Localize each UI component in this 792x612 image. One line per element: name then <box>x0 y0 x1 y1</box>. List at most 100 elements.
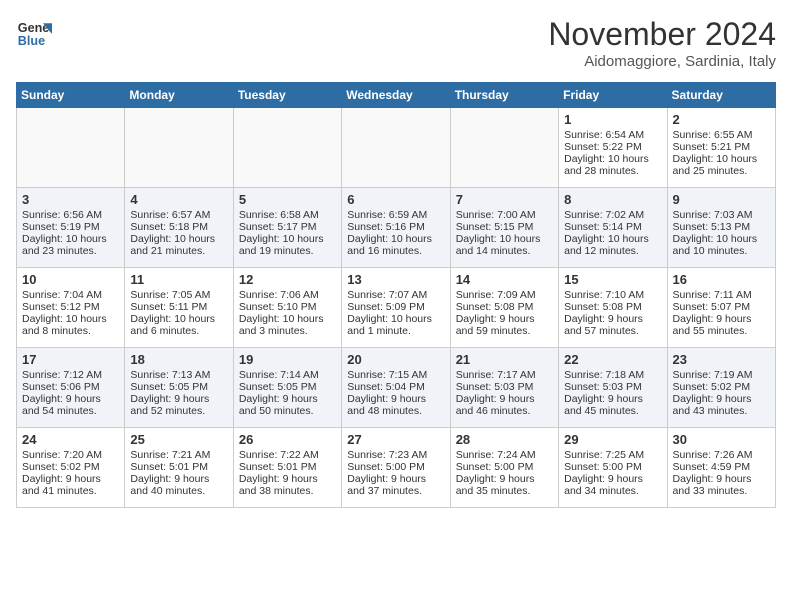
day-info: Daylight: 10 hours <box>22 313 119 325</box>
day-info: and 34 minutes. <box>564 485 661 497</box>
day-info: Daylight: 10 hours <box>564 153 661 165</box>
day-info: and 45 minutes. <box>564 405 661 417</box>
calendar-body: 1Sunrise: 6:54 AMSunset: 5:22 PMDaylight… <box>17 108 776 508</box>
calendar-week-3: 10Sunrise: 7:04 AMSunset: 5:12 PMDayligh… <box>17 268 776 348</box>
day-info: and 6 minutes. <box>130 325 227 337</box>
day-info: and 3 minutes. <box>239 325 336 337</box>
day-info: Daylight: 10 hours <box>239 233 336 245</box>
day-number: 16 <box>673 272 770 287</box>
day-header-tuesday: Tuesday <box>233 83 341 108</box>
day-info: Sunrise: 6:56 AM <box>22 209 119 221</box>
day-info: and 8 minutes. <box>22 325 119 337</box>
calendar-cell: 11Sunrise: 7:05 AMSunset: 5:11 PMDayligh… <box>125 268 233 348</box>
day-info: Daylight: 9 hours <box>456 473 553 485</box>
calendar-cell: 7Sunrise: 7:00 AMSunset: 5:15 PMDaylight… <box>450 188 558 268</box>
day-info: Sunrise: 6:58 AM <box>239 209 336 221</box>
day-number: 7 <box>456 192 553 207</box>
day-info: Sunset: 5:02 PM <box>673 381 770 393</box>
calendar-cell: 3Sunrise: 6:56 AMSunset: 5:19 PMDaylight… <box>17 188 125 268</box>
day-info: Sunset: 5:18 PM <box>130 221 227 233</box>
calendar-cell: 1Sunrise: 6:54 AMSunset: 5:22 PMDaylight… <box>559 108 667 188</box>
day-info: Daylight: 9 hours <box>130 473 227 485</box>
day-info: and 14 minutes. <box>456 245 553 257</box>
calendar-week-5: 24Sunrise: 7:20 AMSunset: 5:02 PMDayligh… <box>17 428 776 508</box>
day-info: Sunrise: 7:14 AM <box>239 369 336 381</box>
day-info: Sunset: 5:06 PM <box>22 381 119 393</box>
calendar-header-row: SundayMondayTuesdayWednesdayThursdayFrid… <box>17 83 776 108</box>
calendar-cell: 15Sunrise: 7:10 AMSunset: 5:08 PMDayligh… <box>559 268 667 348</box>
calendar-cell <box>342 108 450 188</box>
day-info: Sunrise: 7:26 AM <box>673 449 770 461</box>
day-info: Daylight: 9 hours <box>347 393 444 405</box>
calendar-cell: 13Sunrise: 7:07 AMSunset: 5:09 PMDayligh… <box>342 268 450 348</box>
calendar-cell: 16Sunrise: 7:11 AMSunset: 5:07 PMDayligh… <box>667 268 775 348</box>
day-number: 20 <box>347 352 444 367</box>
day-info: Sunset: 5:05 PM <box>130 381 227 393</box>
day-info: Sunset: 5:00 PM <box>347 461 444 473</box>
day-info: and 23 minutes. <box>22 245 119 257</box>
calendar-cell: 23Sunrise: 7:19 AMSunset: 5:02 PMDayligh… <box>667 348 775 428</box>
calendar-cell <box>125 108 233 188</box>
day-info: Sunset: 5:22 PM <box>564 141 661 153</box>
day-number: 18 <box>130 352 227 367</box>
calendar-cell: 21Sunrise: 7:17 AMSunset: 5:03 PMDayligh… <box>450 348 558 428</box>
day-info: and 35 minutes. <box>456 485 553 497</box>
day-info: and 10 minutes. <box>673 245 770 257</box>
day-number: 2 <box>673 112 770 127</box>
day-info: Sunset: 5:11 PM <box>130 301 227 313</box>
day-info: Sunset: 5:00 PM <box>456 461 553 473</box>
day-number: 8 <box>564 192 661 207</box>
calendar-cell <box>17 108 125 188</box>
day-info: Sunset: 5:01 PM <box>239 461 336 473</box>
calendar-cell: 8Sunrise: 7:02 AMSunset: 5:14 PMDaylight… <box>559 188 667 268</box>
day-info: Daylight: 9 hours <box>564 313 661 325</box>
day-info: Sunset: 5:00 PM <box>564 461 661 473</box>
logo: General Blue <box>16 16 52 52</box>
calendar-cell: 14Sunrise: 7:09 AMSunset: 5:08 PMDayligh… <box>450 268 558 348</box>
day-info: Daylight: 9 hours <box>564 473 661 485</box>
day-info: Daylight: 10 hours <box>22 233 119 245</box>
calendar-week-4: 17Sunrise: 7:12 AMSunset: 5:06 PMDayligh… <box>17 348 776 428</box>
day-number: 30 <box>673 432 770 447</box>
calendar-cell: 17Sunrise: 7:12 AMSunset: 5:06 PMDayligh… <box>17 348 125 428</box>
logo-icon: General Blue <box>16 16 52 52</box>
day-info: Daylight: 9 hours <box>564 393 661 405</box>
day-info: and 25 minutes. <box>673 165 770 177</box>
calendar-cell: 10Sunrise: 7:04 AMSunset: 5:12 PMDayligh… <box>17 268 125 348</box>
day-info: Sunrise: 6:57 AM <box>130 209 227 221</box>
calendar-week-1: 1Sunrise: 6:54 AMSunset: 5:22 PMDaylight… <box>17 108 776 188</box>
day-info: and 21 minutes. <box>130 245 227 257</box>
day-number: 29 <box>564 432 661 447</box>
day-info: Sunrise: 7:07 AM <box>347 289 444 301</box>
calendar-cell: 5 Sunrise: 6:58 AMSunset: 5:17 PMDaylight… <box>233 188 341 268</box>
day-info: and 1 minute. <box>347 325 444 337</box>
calendar-cell: 22Sunrise: 7:18 AMSunset: 5:03 PMDayligh… <box>559 348 667 428</box>
day-number: 24 <box>22 432 119 447</box>
day-number: 13 <box>347 272 444 287</box>
calendar-cell <box>233 108 341 188</box>
day-info: Sunset: 5:14 PM <box>564 221 661 233</box>
calendar-cell <box>450 108 558 188</box>
day-number: 28 <box>456 432 553 447</box>
day-info: Daylight: 9 hours <box>239 393 336 405</box>
day-info: Sunset: 5:03 PM <box>456 381 553 393</box>
day-info: Daylight: 9 hours <box>673 393 770 405</box>
calendar-cell: 20Sunrise: 7:15 AMSunset: 5:04 PMDayligh… <box>342 348 450 428</box>
day-info: Daylight: 10 hours <box>239 313 336 325</box>
day-number: 5 <box>239 192 336 207</box>
day-info: Sunrise: 7:06 AM <box>239 289 336 301</box>
day-info: Daylight: 10 hours <box>673 233 770 245</box>
day-info: and 59 minutes. <box>456 325 553 337</box>
day-info: Sunrise: 7:23 AM <box>347 449 444 461</box>
day-info: Sunset: 5:21 PM <box>673 141 770 153</box>
day-info: Daylight: 9 hours <box>347 473 444 485</box>
calendar-cell: 27Sunrise: 7:23 AMSunset: 5:00 PMDayligh… <box>342 428 450 508</box>
day-header-wednesday: Wednesday <box>342 83 450 108</box>
day-number: 22 <box>564 352 661 367</box>
svg-text:Blue: Blue <box>18 34 45 48</box>
day-info: Sunset: 5:05 PM <box>239 381 336 393</box>
day-info: Sunset: 5:13 PM <box>673 221 770 233</box>
day-info: Sunset: 5:17 PM <box>239 221 336 233</box>
day-info: and 19 minutes. <box>239 245 336 257</box>
calendar-cell: 24Sunrise: 7:20 AMSunset: 5:02 PMDayligh… <box>17 428 125 508</box>
